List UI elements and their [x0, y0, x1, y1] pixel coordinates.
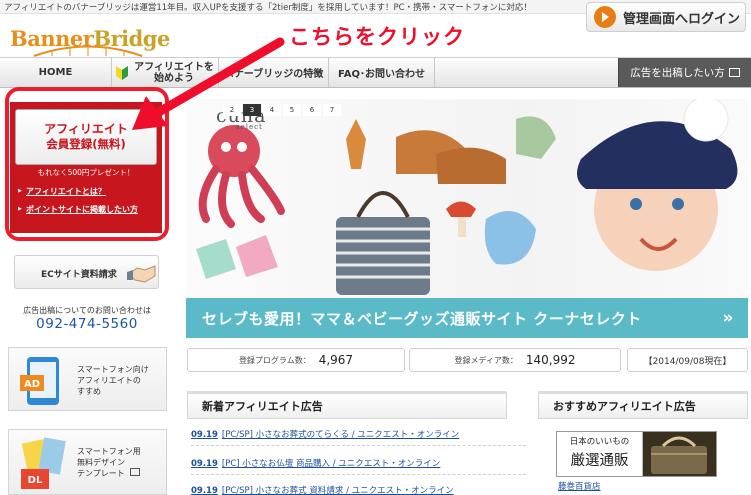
dl-badge: DL — [28, 475, 43, 486]
admin-login-label: 管理画面へログイン — [623, 11, 741, 27]
ec-document-request-button[interactable]: ECサイト資料請求 — [14, 255, 159, 289]
recommended-banner-image — [643, 432, 716, 476]
design-template-banner[interactable]: DL スマートフォン用 無料デザイン テンプレート — [8, 429, 167, 495]
callout-arrow-icon — [132, 37, 285, 130]
news-title: [PC/SP] 小さなお葬式のてらくる / ユニクエスト・オンライン — [221, 430, 460, 440]
promo-tpl-line1: スマートフォン用 — [77, 447, 141, 456]
smartphone-ad-icon: AD — [20, 357, 59, 405]
promo-tpl-line2: 無料デザイン — [77, 458, 125, 467]
news-date: 09.19 — [191, 486, 218, 495]
nav-advertise-label: 広告を出稿したい方 — [630, 67, 725, 79]
smartphone-affiliate-banner[interactable]: AD スマートフォン向け アフィリエイトの すすめ — [8, 347, 167, 411]
registered-programs-stat: 登録プログラム数： 4,967 — [187, 348, 405, 372]
recommended-ad-caption[interactable]: 藤巻百貨店 — [558, 480, 601, 492]
news-item[interactable]: 09.19 [PC/SP] 小さなお葬式 資料請求 / ユニクエスト・オンライン — [191, 484, 454, 495]
arrow-right-circle-icon — [594, 6, 616, 28]
promo-sp-line2: アフィリエイトの — [77, 376, 141, 385]
news-title: [PC] 小さなお仏壇 商品購入 / ユニクエスト・オンライン — [221, 459, 441, 469]
click-here-callout: こちらをクリック — [289, 25, 465, 49]
nav-advertise[interactable]: 広告を出稿したい方 — [618, 58, 751, 87]
ec-document-label: ECサイト資料請求 — [41, 270, 117, 280]
recommended-ads-heading: おすすめアフィリエイト広告 — [538, 391, 748, 419]
nav-home[interactable]: HOME — [0, 58, 112, 87]
handshake-icon — [127, 265, 156, 283]
slide-caption-text: セレブも愛用！ママ＆ベビーグッズ通販サイト クーナセレクト — [202, 309, 642, 328]
recommended-banner-sub: 日本のいいもの — [569, 437, 630, 447]
news-item[interactable]: 09.19 [PC/SP] 小さなお葬式のてらくる / ユニクエスト・オンライン — [191, 428, 459, 440]
recommended-banner-main: 厳選通販 — [570, 453, 629, 469]
news-divider — [191, 445, 526, 446]
contact-phone[interactable]: 092-474-5560 — [0, 316, 174, 332]
double-chevron-right-icon: » — [722, 308, 734, 328]
slide-dot[interactable]: 6 — [303, 104, 321, 116]
slide-caption-link[interactable]: セレブも愛用！ママ＆ベビーグッズ通販サイト クーナセレクト » — [186, 298, 748, 338]
contact-note: 広告出稿についてのお問い合わせは — [23, 306, 151, 315]
programs-value: 4,967 — [318, 353, 354, 367]
smartphone-affiliate-text: スマートフォン向け アフィリエイトの すすめ — [77, 364, 149, 397]
promo-sp-line3: すすめ — [77, 387, 101, 396]
news-date: 09.19 — [191, 430, 218, 440]
slide-dot[interactable]: 7 — [323, 104, 341, 116]
news-divider — [191, 474, 526, 475]
news-title: [PC/SP] 小さなお葬式 資料請求 / ユニクエスト・オンライン — [221, 486, 454, 495]
ad-badge: AD — [24, 379, 40, 390]
media-value: 140,992 — [525, 353, 576, 367]
main-nav: HOME アフィリエイトを 始めよう バナーブリッジの特徴 FAQ･お問い合わせ… — [0, 57, 751, 88]
top-info-text: アフィリエイトのバナーブリッジは運営11年目。収入UPを支援する「2tier制度… — [4, 3, 532, 13]
promo-sp-line1: スマートフォン向け — [77, 365, 149, 374]
nav-faq[interactable]: FAQ･お問い合わせ — [329, 58, 435, 87]
news-item[interactable]: 09.19 [PC] 小さなお仏壇 商品購入 / ユニクエスト・オンライン — [191, 457, 440, 469]
new-window-icon — [728, 68, 740, 77]
design-template-text: スマートフォン用 無料デザイン テンプレート — [77, 446, 141, 479]
admin-login-button[interactable]: 管理画面へログイン — [586, 2, 746, 32]
promo-tpl-line3: テンプレート — [77, 469, 125, 478]
recommended-ad-banner[interactable]: 日本のいいもの 厳選通販 — [556, 431, 717, 477]
template-download-icon: DL — [21, 437, 66, 489]
news-date: 09.19 — [191, 459, 218, 469]
registered-media-stat: 登録メディア数： 140,992 — [409, 348, 621, 372]
stats-as-of-date: 【2014/09/08現在】 — [627, 348, 748, 372]
new-window-icon — [130, 468, 141, 476]
new-ads-heading: 新着アフィリエイト広告 — [187, 391, 507, 419]
media-label: 登録メディア数： — [454, 355, 518, 365]
programs-label: 登録プログラム数： — [238, 355, 311, 365]
recommended-banner-text: 日本のいいもの 厳選通販 — [557, 432, 643, 476]
bag-product-icon — [651, 436, 707, 474]
